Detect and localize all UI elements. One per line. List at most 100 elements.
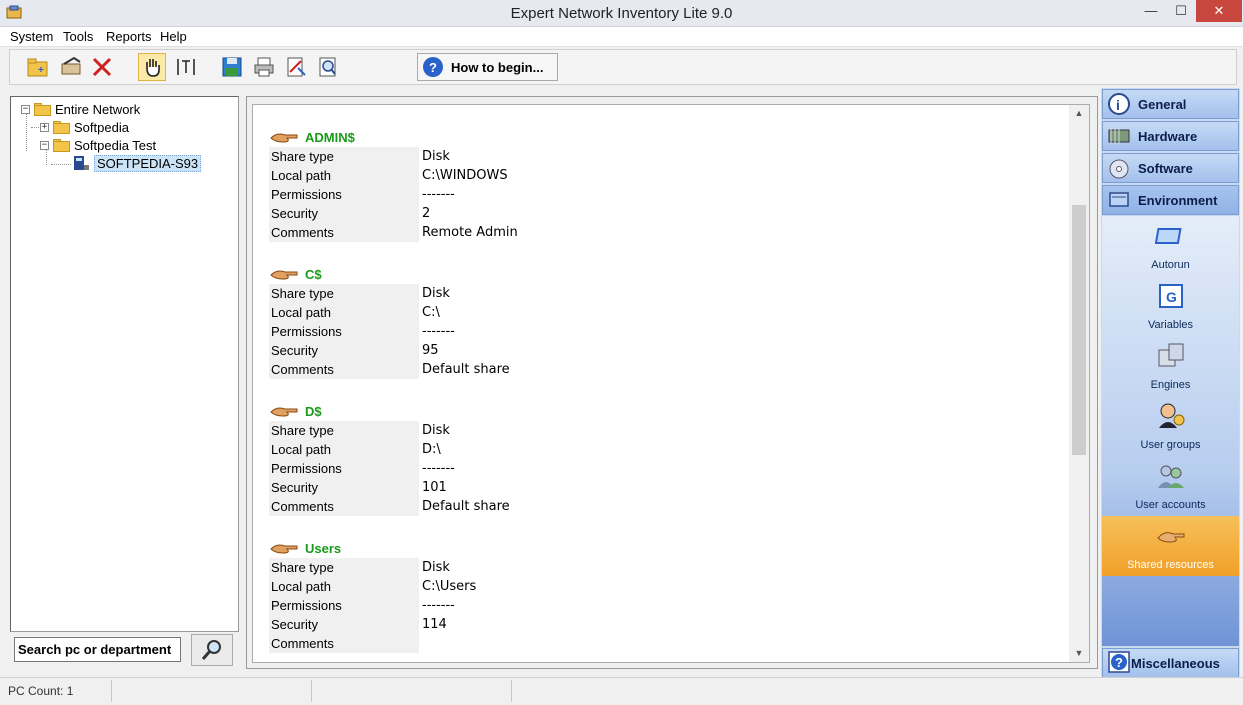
prop-row: Permissions -------: [269, 185, 518, 204]
menu-help[interactable]: Help: [160, 29, 187, 44]
env-item-variables[interactable]: G Variables: [1102, 276, 1239, 336]
category-miscellaneous[interactable]: ? Miscellaneous: [1102, 648, 1239, 678]
share-block: D$ Share type Disk Local path D:\ Permissi…: [269, 401, 510, 516]
prop-row: Local path C:\: [269, 303, 510, 322]
close-button[interactable]: ✕: [1196, 0, 1242, 22]
vertical-scrollbar[interactable]: ▲ ▼: [1069, 105, 1089, 662]
find-button[interactable]: [314, 53, 342, 81]
tree-node-softpedia-test[interactable]: − Softpedia Test: [40, 136, 156, 154]
software-disc-icon: [1107, 156, 1131, 180]
env-item-label: Autorun: [1151, 259, 1190, 271]
env-item-user-accounts[interactable]: User accounts: [1102, 456, 1239, 516]
magnifier-icon: [201, 640, 221, 660]
help-question-icon: ?: [423, 57, 443, 77]
tree-node-computer[interactable]: SOFTPEDIA-S93: [73, 154, 202, 172]
category-hardware[interactable]: Hardware: [1102, 121, 1239, 151]
prop-row: Security 95: [269, 341, 510, 360]
scroll-down-arrow[interactable]: ▼: [1069, 645, 1089, 662]
menu-system[interactable]: System: [10, 29, 53, 44]
scroll-thumb[interactable]: [1072, 205, 1086, 455]
prop-value: D:\: [422, 442, 441, 457]
report-button[interactable]: [282, 53, 310, 81]
prop-row: Comments Default share: [269, 360, 510, 379]
prop-value: Remote Admin: [422, 225, 518, 240]
menu-reports[interactable]: Reports: [106, 29, 152, 44]
share-block: C$ Share type Disk Local path C:\ Permissi…: [269, 264, 510, 379]
prop-value: 114: [422, 617, 447, 632]
collapse-toggle[interactable]: −: [40, 140, 49, 150]
engines-icon: [1158, 343, 1183, 367]
prop-value: Disk: [422, 149, 450, 164]
edit-hand-icon: [61, 56, 81, 75]
env-item-engines[interactable]: Engines: [1102, 336, 1239, 396]
prop-label: Share type: [269, 558, 419, 577]
minimize-button[interactable]: —: [1136, 0, 1166, 22]
menu-tools[interactable]: Tools: [63, 29, 93, 44]
prop-label: Permissions: [269, 596, 419, 615]
save-button[interactable]: [218, 53, 246, 81]
prop-value: -------: [422, 187, 455, 202]
pc-count: PC Count: 1: [0, 680, 112, 702]
prop-label: Share type: [269, 421, 419, 440]
network-tree[interactable]: − Entire Network + Softpedia − Softpedia…: [10, 96, 239, 632]
prop-value: Default share: [422, 362, 510, 377]
report-icon: [287, 57, 306, 77]
edit-button[interactable]: [58, 53, 86, 81]
category-label: Miscellaneous: [1131, 655, 1220, 671]
hand-tool-button[interactable]: [138, 53, 166, 81]
env-item-autorun[interactable]: Autorun: [1102, 216, 1239, 276]
shared-resources-view[interactable]: ADMIN$ Share type Disk Local path C:\WINDO…: [252, 104, 1090, 663]
prop-row: Share type Disk: [269, 558, 476, 577]
prop-label: Comments: [269, 497, 419, 516]
tree-node-entire-network[interactable]: − Entire Network: [21, 100, 140, 118]
svg-text:i: i: [1116, 97, 1120, 113]
shared-resources-icon: [1156, 532, 1184, 543]
category-software[interactable]: Software: [1102, 153, 1239, 183]
network-folder-icon: [34, 102, 51, 116]
prop-label: Local path: [269, 440, 419, 459]
prop-row: Permissions -------: [269, 596, 476, 615]
scroll-up-arrow[interactable]: ▲: [1069, 105, 1089, 122]
tree-node-softpedia[interactable]: + Softpedia: [40, 118, 129, 136]
shared-hand-icon: [270, 544, 298, 554]
search-button[interactable]: [191, 634, 233, 666]
add-folder-button[interactable]: +: [24, 53, 52, 81]
env-item-label: Engines: [1150, 379, 1191, 391]
prop-label: Security: [269, 341, 419, 360]
share-header: C$: [269, 264, 510, 284]
category-general[interactable]: i General: [1102, 89, 1239, 119]
print-button[interactable]: [250, 53, 278, 81]
prop-value: Disk: [422, 423, 450, 438]
share-header: ADMIN$: [269, 127, 518, 147]
maximize-button[interactable]: ☐: [1166, 0, 1196, 22]
share-name: ADMIN$: [305, 129, 355, 145]
env-item-user-groups[interactable]: User groups: [1102, 396, 1239, 456]
title-bar: Expert Network Inventory Lite 9.0 — ☐ ✕: [0, 0, 1243, 27]
find-document-icon: [319, 57, 336, 77]
menu-bar: System Tools Reports Help: [0, 27, 1243, 47]
prop-row: Share type Disk: [269, 284, 510, 303]
collapse-toggle[interactable]: −: [21, 104, 30, 114]
prop-row: Comments Default share: [269, 497, 510, 516]
prop-row: Security 101: [269, 478, 510, 497]
share-header: D$: [269, 401, 510, 421]
delete-x-icon: [92, 57, 112, 77]
prop-row: Local path C:\WINDOWS: [269, 166, 518, 185]
category-label: Software: [1138, 160, 1193, 176]
tree-node-label: Softpedia Test: [74, 137, 157, 153]
folder-icon: [53, 120, 70, 134]
expand-toggle[interactable]: +: [40, 122, 49, 132]
text-tool-button[interactable]: [172, 53, 200, 81]
search-input[interactable]: Search pc or department: [14, 637, 181, 662]
env-item-shared-resources[interactable]: Shared resources: [1102, 516, 1239, 576]
toolbar: + ? How to begin...: [0, 47, 1243, 87]
prop-label: Permissions: [269, 459, 419, 478]
env-item-label: Variables: [1147, 319, 1194, 331]
how-to-begin-button[interactable]: ? How to begin...: [417, 53, 558, 81]
share-header: Users: [269, 538, 476, 558]
category-panel: i General Hardware Software Environment …: [1101, 88, 1240, 678]
variables-icon: G: [1158, 284, 1183, 308]
category-environment[interactable]: Environment: [1102, 185, 1239, 215]
delete-button[interactable]: [88, 53, 116, 81]
user-groups-icon: [1158, 403, 1184, 428]
